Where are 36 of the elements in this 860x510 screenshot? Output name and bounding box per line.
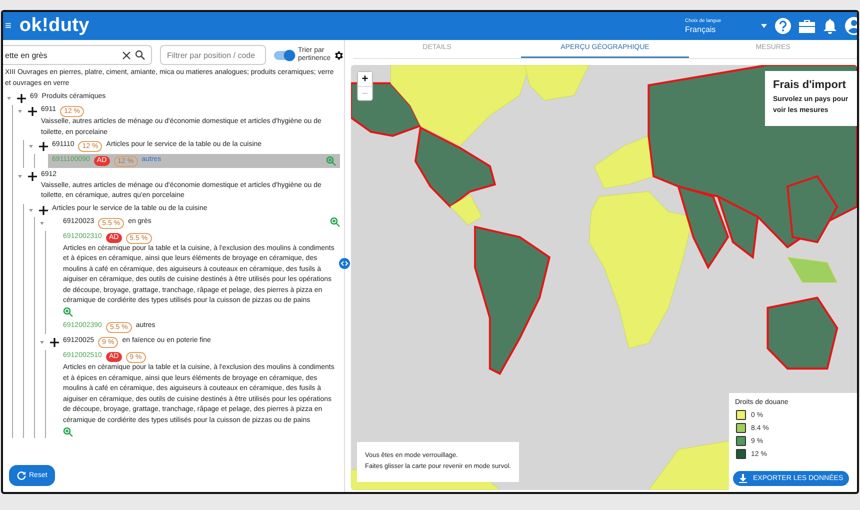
help-icon[interactable] [775,18,791,34]
filter-field[interactable]: Filtrer par position / code [160,45,266,65]
search-field[interactable]: ette en grès [3,45,152,65]
expand-caret-icon[interactable] [40,222,44,224]
close-icon[interactable] [122,50,131,60]
zoom-icon[interactable] [330,217,340,227]
bell-icon[interactable] [823,18,837,34]
account-icon[interactable] [845,17,857,35]
search-input[interactable]: ette en grès [3,50,118,60]
menu-button[interactable]: ≡ [5,20,12,32]
plus-icon[interactable] [39,206,48,214]
info-title: Frais d'import [773,79,847,91]
expand-caret-icon[interactable] [7,97,11,100]
settings-icon[interactable] [333,50,344,60]
expand-caret-icon[interactable] [29,145,33,148]
briefcase-icon[interactable] [799,19,815,33]
language-value: Français [685,25,717,34]
caret-icon[interactable] [761,24,767,28]
plus-icon[interactable] [28,107,37,116]
expand-caret-icon[interactable] [18,175,22,178]
world-map-drawing[interactable] [351,65,857,490]
expand-caret-icon[interactable] [40,341,44,344]
expand-caret-icon[interactable] [18,110,22,113]
plus-icon[interactable] [28,172,37,181]
collapse-toggle-icon[interactable] [339,258,350,269]
plus-icon[interactable] [39,142,48,151]
refresh-icon [17,471,26,480]
download-icon [739,474,747,483]
logo[interactable]: ok!duty [19,15,90,37]
zoom-icon[interactable] [63,426,73,436]
plus-icon[interactable] [17,94,26,103]
search-icon[interactable] [135,50,145,60]
toggle-switch[interactable] [274,50,294,60]
plus-icon[interactable] [50,338,59,347]
expand-caret-icon[interactable] [29,208,33,212]
zoom-icon[interactable] [63,307,73,317]
